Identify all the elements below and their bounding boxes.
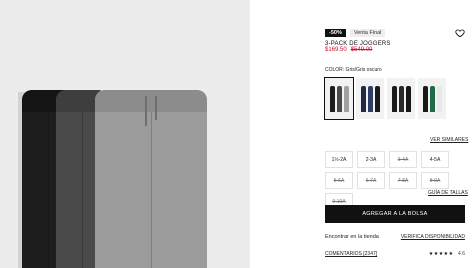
drawstring	[145, 96, 147, 126]
size-option[interactable]: 1½-2A	[325, 151, 353, 168]
original-price: $549.00	[350, 47, 373, 53]
product-image	[0, 0, 250, 268]
star-rating-icon: ★★★★★	[428, 251, 454, 257]
swatch-garment	[423, 86, 428, 112]
badge-row: -50% Venta Final	[325, 29, 386, 37]
final-sale-badge: Venta Final	[349, 29, 386, 37]
color-swatch[interactable]	[324, 77, 354, 120]
color-swatch[interactable]	[387, 78, 415, 119]
swatch-garment	[375, 86, 380, 112]
heart-icon[interactable]	[455, 28, 465, 38]
seam	[48, 112, 49, 268]
sale-price: $169.50	[325, 47, 347, 53]
store-row: Encontrar en la tienda VERIFICA DISPONIB…	[325, 234, 465, 240]
size-option[interactable]: 3-4A	[389, 151, 417, 168]
rating: ★★★★★ 4.6	[429, 251, 465, 257]
color-swatch[interactable]	[418, 78, 446, 119]
color-label: COLOR: Gris/Gris oscuro	[325, 67, 382, 73]
product-info: -50% Venta Final 3-PACK DE JOGGERS $169.…	[324, 0, 470, 268]
price-row: $169.50 $549.00	[325, 47, 372, 53]
swatch-garment	[361, 86, 366, 112]
size-guide-link[interactable]: GUÍA DE TALLAS	[428, 190, 468, 196]
swatch-garment	[330, 86, 335, 112]
swatch-garment	[399, 86, 404, 112]
size-label: 6-7A	[365, 177, 377, 184]
swatch-garment	[437, 86, 442, 112]
rating-value: 4.6	[458, 251, 465, 257]
size-option[interactable]: 4-5A	[421, 151, 449, 168]
reviews-link[interactable]: COMENTARIOS [2347]	[325, 251, 377, 257]
swatch-garment	[337, 86, 342, 112]
similar-link[interactable]: VER SIMILARES	[430, 137, 468, 143]
reviews-row: COMENTARIOS [2347] ★★★★★ 4.6	[325, 251, 465, 257]
size-label: 8-9A	[429, 177, 441, 184]
swatch-garment	[344, 86, 349, 112]
size-label: 2-3A	[365, 156, 377, 163]
check-availability-link[interactable]: VERIFICA DISPONIBILIDAD	[401, 234, 465, 240]
size-selector: 1½-2A 2-3A 3-4A 4-5A 5-6A 6-7A 7-8A 8-9A 9-10A	[325, 151, 465, 210]
size-label: 7-8A	[397, 177, 409, 184]
waistband	[95, 90, 207, 112]
size-label: 5-6A	[333, 177, 345, 184]
seam	[151, 112, 152, 268]
swatch-garment	[406, 86, 411, 112]
drawstring	[155, 96, 157, 120]
size-option[interactable]: 8-9A	[421, 172, 449, 189]
jogger-grey	[95, 90, 207, 268]
color-swatches	[324, 77, 446, 120]
size-option[interactable]: 7-8A	[389, 172, 417, 189]
size-label: 1½-2A	[331, 156, 347, 163]
find-in-store-label: Encontrar en la tienda	[325, 234, 379, 240]
color-swatch[interactable]	[356, 78, 384, 119]
discount-badge: -50%	[325, 29, 346, 37]
size-option[interactable]: 5-6A	[325, 172, 353, 189]
size-option[interactable]: 6-7A	[357, 172, 385, 189]
swatch-garment	[392, 86, 397, 112]
size-label: 3-4A	[397, 156, 409, 163]
add-to-bag-button[interactable]: AGREGAR A LA BOLSA	[325, 205, 465, 223]
size-option[interactable]: 2-3A	[357, 151, 385, 168]
size-label: 9-10A	[332, 198, 346, 205]
swatch-garment	[430, 86, 435, 112]
swatch-garment	[368, 86, 373, 112]
seam	[82, 112, 83, 268]
size-label: 4-5A	[429, 156, 441, 163]
